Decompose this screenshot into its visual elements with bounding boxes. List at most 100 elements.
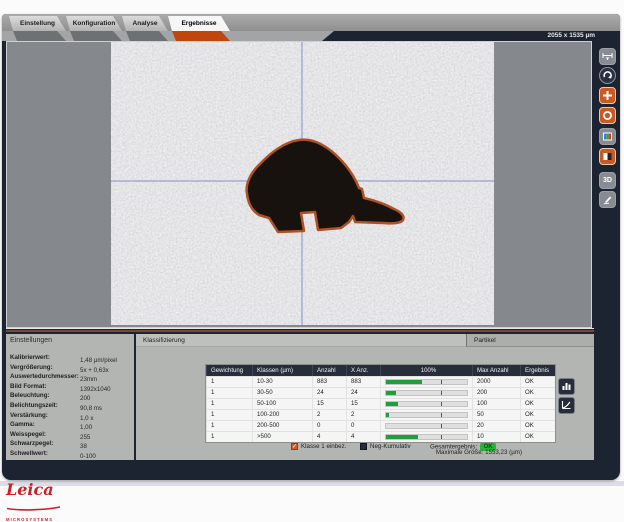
3d-view-button[interactable]: 3D [599,172,616,189]
table-cell-x_anz: 0 [346,421,380,431]
table-header-cell: Gewichtung [206,365,252,376]
threshold-button[interactable] [599,148,616,165]
settings-label: Schwellwert: [10,449,80,459]
table-cell-gewichtung: 1 [206,388,252,398]
app-window: Einstellung Konfiguration Analyse Ergebn… [2,14,620,480]
table-row[interactable]: 150-1001515100OK [206,398,555,409]
image-icon [602,131,613,142]
draw-icon [602,194,613,205]
table-header-cell: X Anz. [346,365,380,376]
table-row[interactable]: 1100-2002250OK [206,409,555,420]
settings-panel: Einstellungen Kalibrierwert:1,48 µm/pixe… [6,334,134,460]
table-cell-gewichtung: 1 [206,377,252,387]
table-cell-ergebnis: OK [520,377,553,387]
table-cell-gewichtung: 1 [206,410,252,420]
table-cell-ergebnis: OK [520,399,553,409]
bar-fill [386,380,422,384]
crosshair-tool-button[interactable] [599,87,616,104]
bar-track [385,401,468,407]
circle-tool-icon [602,110,613,121]
table-cell-max: 20 [472,421,520,431]
threshold-icon [602,151,613,162]
table-cell-max: 2000 [472,377,520,387]
settings-row: Verstärkung:1,0 x [10,411,132,421]
table-cell-klasse: 30-50 [252,388,312,398]
settings-row: Gamma:1,00 [10,420,132,430]
tab-marker-konfiguration [66,31,122,41]
image-view-button[interactable] [599,128,616,145]
max-size-label: Maximale Größe: 1553,23 (µm) [436,449,522,456]
window-bottom-strip [0,481,624,486]
bar-track [385,423,468,429]
microscopy-image[interactable] [111,42,494,325]
count-bar-cell [380,388,472,398]
table-cell-anzahl: 2 [312,410,346,420]
settings-label: Kalibrierwert: [10,353,80,363]
bar-track [385,390,468,396]
neg-kumulativ-control[interactable]: Neg-Kumulativ [360,438,411,456]
tab-marker-ergebnisse-active [168,31,230,41]
table-cell-anzahl: 15 [312,399,346,409]
cumulative-curve-button[interactable] [558,397,575,414]
bar-fill [386,391,396,395]
settings-row: Auswertedurchmesser:23mm [10,372,132,382]
settings-label: Beleuchtung: [10,391,80,401]
table-body: 110-308838832000OK130-502424200OK150-100… [206,376,555,442]
panel-separator-accent [6,330,594,332]
bar-limit-tick [441,380,442,384]
count-bar-cell [380,421,472,431]
neg-kumulativ-checkbox[interactable] [360,443,367,450]
tab-analyse[interactable]: Analyse [122,16,168,31]
rotate-tool-button[interactable] [599,67,616,84]
bar-track [385,412,468,418]
circle-tool-button[interactable] [599,107,616,124]
settings-rows: Kalibrierwert:1,48 µm/pixelVergrößerung:… [10,353,132,459]
table-header-cell: Max Anzahl [472,365,520,376]
histogram-button[interactable] [558,378,575,395]
classification-table: GewichtungKlassen (µm)AnzahlX Anz.100%Ma… [205,364,556,443]
count-bar-cell [380,377,472,387]
bar-limit-tick [441,424,442,428]
bar-limit-tick [441,391,442,395]
table-row[interactable]: 130-502424200OK [206,387,555,398]
bar-fill [386,413,389,417]
settings-row: Bild Format:1392x1040 [10,382,132,392]
table-header-cell: Klassen (µm) [252,365,312,376]
tab-partikel[interactable]: Partikel [466,334,594,347]
bar-limit-tick [441,402,442,406]
table-header-cell: Anzahl [312,365,346,376]
settings-label: Belichtungszeit: [10,401,80,411]
settings-row: Belichtungszeit:90,8 ms [10,401,132,411]
draw-annotate-button[interactable] [599,191,616,208]
image-size-label: 2055 x 1535 µm [548,32,595,39]
tab-konfiguration[interactable]: Konfiguration [66,16,122,31]
leica-logo: Leica MICROSYSTEMS [6,482,76,522]
count-bar-cell [380,399,472,409]
bar-limit-tick [441,413,442,417]
table-row[interactable]: 110-308838832000OK [206,376,555,387]
table-cell-x_anz: 2 [346,410,380,420]
caliper-measure-button[interactable] [599,48,616,65]
table-cell-gewichtung: 1 [206,432,252,442]
table-cell-x_anz: 24 [346,388,380,398]
table-cell-max: 100 [472,399,520,409]
class1-include-control[interactable]: ✓Klasse 1 einbez. [291,438,346,456]
settings-label: Gamma: [10,420,80,430]
settings-label: Weisspegel: [10,430,80,440]
leica-logo-script: Leica [6,482,76,498]
table-cell-klasse: 100-200 [252,410,312,420]
main-tabbar: Einstellung Konfiguration Analyse Ergebn… [2,14,620,31]
results-panel: Klassifizierung Partikel GewichtungKlass… [136,334,594,460]
bar-track [385,379,468,385]
tab-ergebnisse[interactable]: Ergebnisse [168,16,230,31]
table-cell-gewichtung: 1 [206,399,252,409]
tab-einstellung[interactable]: Einstellung [9,16,66,31]
tab-klassifizierung[interactable]: Klassifizierung [136,334,466,347]
settings-label: Schwarzpegel: [10,439,80,449]
class1-checkbox[interactable]: ✓ [291,443,298,450]
table-cell-anzahl: 0 [312,421,346,431]
settings-label: Vergrößerung: [10,363,80,373]
table-row[interactable]: 1200-5000020OK [206,420,555,431]
settings-label: Bild Format: [10,382,80,392]
table-cell-klasse: 200-500 [252,421,312,431]
